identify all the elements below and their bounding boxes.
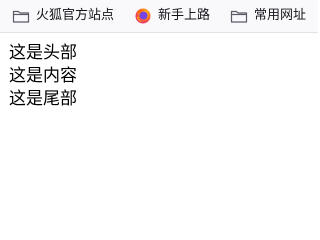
content-text: 这是内容 xyxy=(9,66,77,86)
header-text: 这是头部 xyxy=(9,43,77,63)
bookmarks-toolbar: 火狐官方站点 新手上路 常用网址 xyxy=(0,0,318,33)
bookmark-label: 火狐官方站点 xyxy=(36,8,115,23)
bookmark-firefox-official-site[interactable]: 火狐官方站点 xyxy=(6,4,120,28)
folder-icon xyxy=(230,8,248,24)
folder-icon xyxy=(12,8,30,24)
page-content: 这是头部 这是内容 这是尾部 xyxy=(9,42,77,111)
firefox-icon xyxy=(134,8,152,24)
bookmark-label: 新手上路 xyxy=(158,8,211,23)
bookmark-label: 常用网址 xyxy=(254,8,307,23)
footer-text: 这是尾部 xyxy=(9,89,77,109)
bookmark-getting-started[interactable]: 新手上路 xyxy=(128,4,216,28)
bookmark-common-sites[interactable]: 常用网址 xyxy=(224,4,312,28)
